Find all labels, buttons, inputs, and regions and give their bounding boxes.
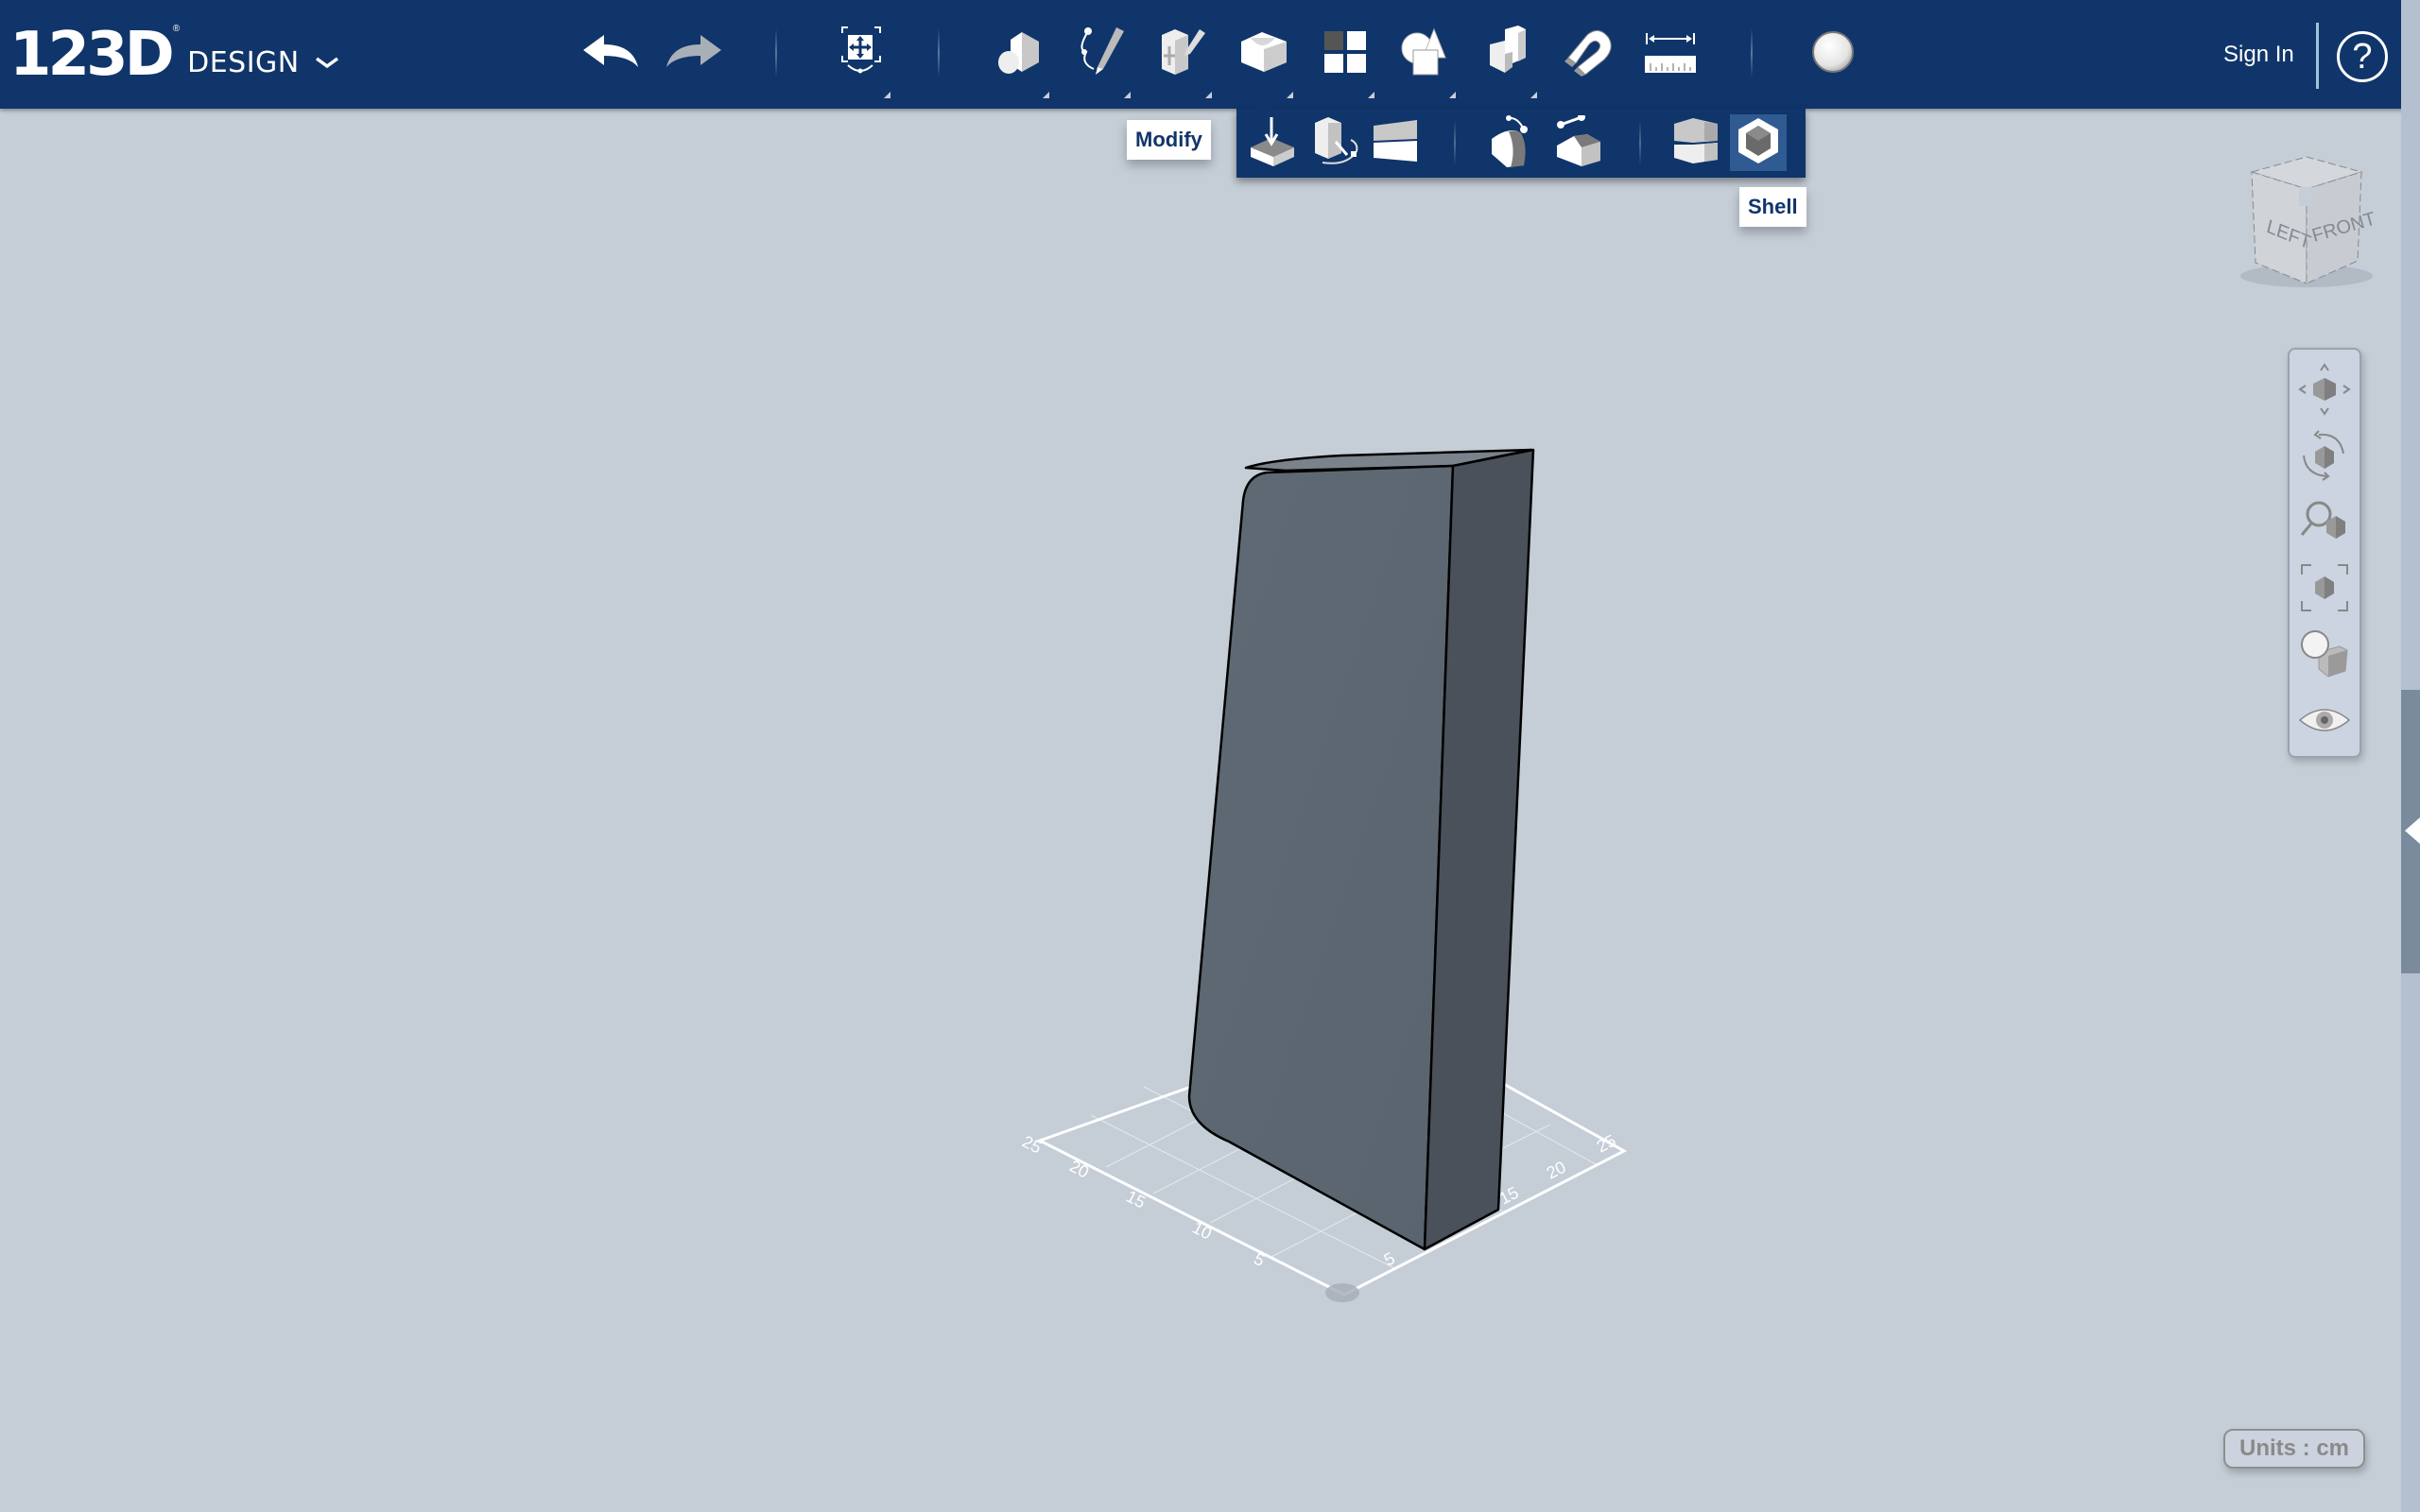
view-cube[interactable]: LEFT FRONT: [2231, 151, 2382, 293]
view-mode-button[interactable]: [2296, 627, 2353, 684]
grid-label: 25: [1019, 1132, 1045, 1158]
submenu-indicator: [884, 92, 890, 98]
submenu-indicator: [1449, 92, 1456, 98]
material-button[interactable]: [1800, 21, 1866, 87]
submenu-indicator: [1287, 92, 1293, 98]
measure-ruler-icon: [1645, 31, 1696, 77]
submenu-indicator: [1205, 92, 1212, 98]
units-button[interactable]: Units : cm: [2223, 1429, 2365, 1469]
toolbar-divider: [2316, 23, 2319, 89]
split-solid-icon: [1672, 117, 1720, 168]
fillet-icon: [1488, 114, 1541, 172]
grouping-icon: [1400, 26, 1453, 83]
orbit-icon: [2298, 429, 2351, 487]
submenu-divider: [1639, 120, 1641, 165]
snap-magnet-icon: [1563, 26, 1616, 83]
grid-label: 20: [1544, 1158, 1569, 1183]
submenu-divider: [1454, 120, 1456, 165]
primitives-button[interactable]: [987, 21, 1053, 98]
construct-button[interactable]: [1150, 21, 1216, 98]
press-pull-icon: [1249, 115, 1296, 171]
zoom-icon: [2298, 495, 2351, 553]
pattern-button[interactable]: [1312, 21, 1378, 98]
help-icon: ?: [2352, 37, 2373, 77]
help-button[interactable]: ?: [2337, 31, 2388, 82]
material-sphere-icon: [1810, 29, 1856, 79]
grid-label: 20: [1066, 1157, 1092, 1182]
material-view-icon: [2298, 627, 2351, 685]
pattern-icon: [1323, 30, 1367, 78]
split-face-icon: [1372, 119, 1419, 166]
chamfer-button[interactable]: [1550, 112, 1607, 171]
measure-button[interactable]: [1637, 21, 1703, 87]
toolbar-divider: [775, 28, 777, 77]
viewport-3d[interactable]: 25 20 15 10 5 5 15 20 25: [0, 0, 2401, 1512]
model-front-face: [1187, 464, 1455, 1251]
side-panel-track: [2401, 0, 2420, 1512]
tweak-button[interactable]: [1306, 114, 1363, 171]
construct-icon: [1156, 26, 1209, 83]
visibility-button[interactable]: [2296, 694, 2353, 750]
sketch-button[interactable]: [1068, 21, 1134, 98]
undo-button[interactable]: [579, 21, 645, 87]
modify-button[interactable]: [1231, 21, 1297, 98]
chevron-left-icon: [2405, 817, 2420, 844]
grid-label: 15: [1123, 1187, 1149, 1212]
logo-registered: ®: [172, 24, 181, 34]
redo-arrow-icon: [661, 33, 725, 76]
shell-icon: [1737, 116, 1780, 170]
undo-arrow-icon: [579, 33, 644, 76]
sketch-icon: [1075, 26, 1128, 83]
submenu-indicator: [1368, 92, 1374, 98]
grid-label: 10: [1189, 1218, 1215, 1244]
modify-tooltip: Modify: [1127, 120, 1211, 160]
transform-move-icon: [838, 24, 884, 85]
orbit-button[interactable]: [2296, 429, 2353, 486]
zoom-button[interactable]: [2296, 495, 2353, 552]
transform-button[interactable]: [828, 21, 894, 98]
solid-body[interactable]: [1187, 448, 1535, 1251]
fillet-button[interactable]: [1486, 114, 1543, 171]
shell-tooltip: Shell: [1739, 187, 1806, 227]
logo-number: 123D: [9, 20, 175, 90]
toolbar-divider: [938, 28, 940, 77]
app-logo-menu[interactable]: 123D ® DESIGN: [9, 13, 339, 89]
grid-label: 5: [1381, 1248, 1398, 1269]
submenu-pointer: [1255, 99, 1274, 109]
chamfer-icon: [1553, 112, 1604, 171]
tweak-icon: [1309, 115, 1360, 171]
primitives-icon: [994, 28, 1046, 80]
modify-icon: [1239, 30, 1288, 78]
shell-button[interactable]: [1730, 114, 1787, 171]
navigation-bar: [2288, 348, 2361, 758]
split-face-button[interactable]: [1367, 114, 1424, 171]
modify-submenu: [1236, 99, 1806, 178]
submenu-indicator: [1530, 92, 1537, 98]
combine-button[interactable]: [1475, 21, 1541, 98]
press-pull-button[interactable]: [1244, 114, 1301, 171]
combine-icon: [1486, 25, 1530, 83]
pan-button[interactable]: [2296, 362, 2353, 421]
origin-marker: [1325, 1283, 1359, 1302]
grouping-button[interactable]: [1393, 21, 1460, 98]
fit-to-view-button[interactable]: [2296, 561, 2353, 618]
sign-in-link[interactable]: Sign In: [2223, 42, 2294, 68]
grid-label: 5: [1251, 1249, 1268, 1270]
side-panel-toggle[interactable]: [2401, 690, 2420, 973]
submenu-indicator: [1124, 92, 1131, 98]
logo-word: DESIGN: [187, 46, 300, 79]
eye-icon: [2298, 705, 2351, 740]
redo-button[interactable]: [660, 21, 726, 87]
split-solid-button[interactable]: [1668, 114, 1724, 171]
snap-button[interactable]: [1556, 21, 1622, 87]
toolbar-divider: [1751, 28, 1753, 77]
pan-icon: [2298, 362, 2351, 421]
chevron-down-icon[interactable]: [315, 56, 339, 74]
top-toolbar: 123D ® DESIGN Sign In ?: [0, 0, 2420, 109]
fit-to-view-icon: [2298, 561, 2351, 619]
submenu-indicator: [1043, 92, 1049, 98]
